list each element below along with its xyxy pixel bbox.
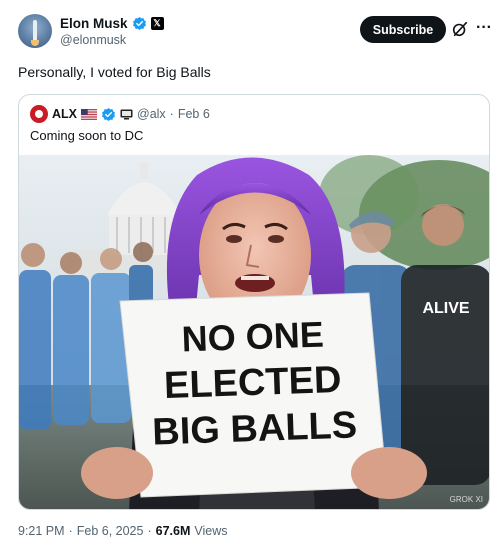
subscribe-button[interactable]: Subscribe — [360, 16, 446, 43]
post-meta: 9:21 PM · Feb 6, 2025 · 67.6M Views — [18, 524, 228, 538]
quote-date[interactable]: Feb 6 — [178, 107, 210, 121]
more-icon[interactable]: ··· — [474, 18, 494, 38]
views-count[interactable]: 67.6M — [156, 524, 191, 538]
post-time[interactable]: 9:21 PM — [18, 524, 65, 538]
author-handle[interactable]: @elonmusk — [60, 33, 126, 47]
us-flag-icon — [81, 108, 97, 120]
rocket-flame — [31, 40, 39, 46]
svg-text:BIG BALLS: BIG BALLS — [152, 404, 358, 453]
sign-line-1: NO ONE — [181, 314, 324, 360]
left-hand — [81, 447, 153, 499]
svg-text:NO ONE: NO ONE — [181, 314, 324, 360]
post-date[interactable]: Feb 6, 2025 — [77, 524, 144, 538]
post: Elon Musk 𝕏 @elonmusk Subscribe ··· Pers… — [0, 0, 504, 547]
verified-badge-icon[interactable] — [132, 16, 147, 31]
grok-icon[interactable] — [451, 20, 469, 38]
quote-header: ALX @alx · Feb 6 — [30, 105, 210, 123]
quote-display-name[interactable]: ALX — [52, 107, 77, 121]
sign-line-2: ELECTED — [163, 359, 342, 407]
rocket-icon — [33, 20, 37, 42]
protest-sign: NO ONE ELECTED BIG BALLS — [119, 292, 388, 498]
quote-handle[interactable]: @alx — [137, 107, 166, 121]
quote-avatar[interactable] — [30, 105, 48, 123]
views-label: Views — [194, 524, 228, 538]
author-avatar[interactable] — [18, 14, 52, 48]
shirt-text: ALIVE — [422, 300, 469, 317]
author-display-name[interactable]: Elon Musk — [60, 16, 128, 31]
quote-separator: · — [169, 107, 174, 121]
author-name-row: Elon Musk 𝕏 — [60, 14, 164, 32]
tv-icon — [120, 109, 133, 119]
meta-separator: · — [147, 524, 152, 538]
quote-image[interactable]: ALIVE NO ONE ELECTED BIG BALLS GROK XI — [19, 155, 490, 510]
svg-text:ELECTED: ELECTED — [163, 359, 342, 407]
quoted-post[interactable]: ALX @alx · Feb 6 Coming soon to DC ALIVE… — [18, 94, 490, 510]
sign-line-3: BIG BALLS — [152, 404, 358, 453]
x-logo-icon[interactable]: 𝕏 — [150, 16, 164, 30]
post-text: Personally, I voted for Big Balls — [18, 64, 211, 80]
meta-separator: · — [68, 524, 73, 538]
right-hand — [351, 447, 427, 499]
verified-badge-icon[interactable] — [101, 107, 116, 122]
image-watermark: GROK XI — [450, 495, 483, 504]
quote-text: Coming soon to DC — [30, 128, 144, 143]
